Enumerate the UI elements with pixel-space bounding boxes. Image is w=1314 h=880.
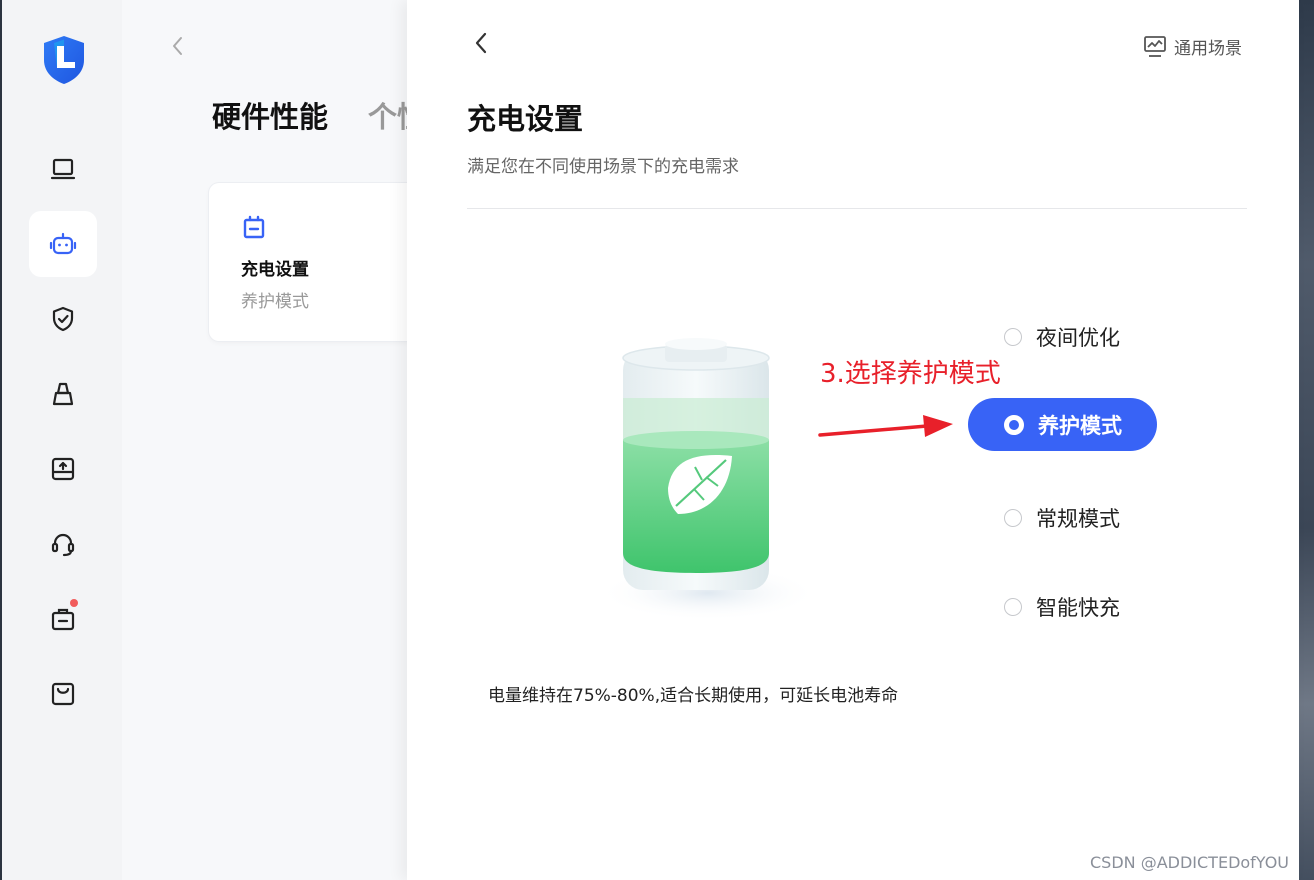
- nav-cleanup[interactable]: [29, 361, 97, 427]
- radio-button[interactable]: [1004, 328, 1022, 346]
- nav-security[interactable]: [29, 286, 97, 352]
- option-normal-mode[interactable]: 常规模式: [1004, 503, 1120, 533]
- shield-check-icon: [52, 306, 74, 332]
- toolbox-icon: [51, 608, 75, 631]
- radio-button-selected[interactable]: [1004, 414, 1024, 435]
- page-title: 硬件性能: [212, 100, 329, 134]
- card-subtitle: 养护模式: [241, 292, 309, 312]
- nav-toolbox[interactable]: [29, 586, 97, 652]
- notification-badge: [70, 599, 78, 607]
- back-arrow-icon[interactable]: [470, 30, 492, 56]
- divider: [467, 208, 1247, 209]
- general-scene-button[interactable]: 通用场景: [1143, 33, 1242, 59]
- annotation-arrow-icon: [818, 415, 953, 437]
- monitor-chart-icon: [1144, 36, 1166, 57]
- app-logo-icon[interactable]: [40, 34, 88, 86]
- tab-personalization[interactable]: 个性: [368, 94, 407, 136]
- nav-drivers[interactable]: [29, 436, 97, 502]
- upload-box-icon: [51, 457, 75, 481]
- shopping-bag-icon: [51, 682, 75, 706]
- laptop-icon: [50, 158, 76, 180]
- battery-illustration: [598, 338, 818, 621]
- option-smart-fast-charge[interactable]: 智能快充: [1004, 592, 1120, 622]
- nav-store[interactable]: [29, 661, 97, 727]
- card-title: 充电设置: [241, 260, 309, 280]
- robot-icon: [49, 232, 77, 255]
- watermark: CSDN @ADDICTEDofYOU: [1090, 853, 1290, 872]
- option-night-optimization[interactable]: 夜间优化: [1004, 322, 1120, 352]
- panel-title: 充电设置: [467, 102, 584, 136]
- option-label: 智能快充: [1036, 596, 1120, 620]
- tutorial-annotation: 3.选择养护模式: [820, 359, 1001, 389]
- headset-icon: [51, 533, 75, 557]
- app-sidebar: [2, 0, 122, 880]
- back-arrow-icon[interactable]: [168, 34, 188, 58]
- nav-service[interactable]: [29, 511, 97, 577]
- radio-button[interactable]: [1004, 509, 1022, 527]
- option-label: 夜间优化: [1036, 326, 1120, 350]
- option-label: 养护模式: [1038, 413, 1122, 438]
- option-maintenance-mode[interactable]: 养护模式: [968, 398, 1157, 451]
- battery-icon: [243, 215, 265, 239]
- broom-icon: [52, 382, 74, 406]
- mode-description: 电量维持在75%-80%,适合长期使用，可延长电池寿命: [488, 686, 899, 706]
- option-label: 常规模式: [1036, 507, 1120, 531]
- nav-hardware-performance[interactable]: [29, 211, 97, 277]
- panel-subtitle: 满足您在不同使用场景下的充电需求: [467, 157, 739, 177]
- nav-hardware-overview[interactable]: [29, 136, 97, 202]
- scene-button-label: 通用场景: [1174, 38, 1242, 59]
- radio-button[interactable]: [1004, 598, 1022, 616]
- desktop-edge-right: [1299, 0, 1314, 880]
